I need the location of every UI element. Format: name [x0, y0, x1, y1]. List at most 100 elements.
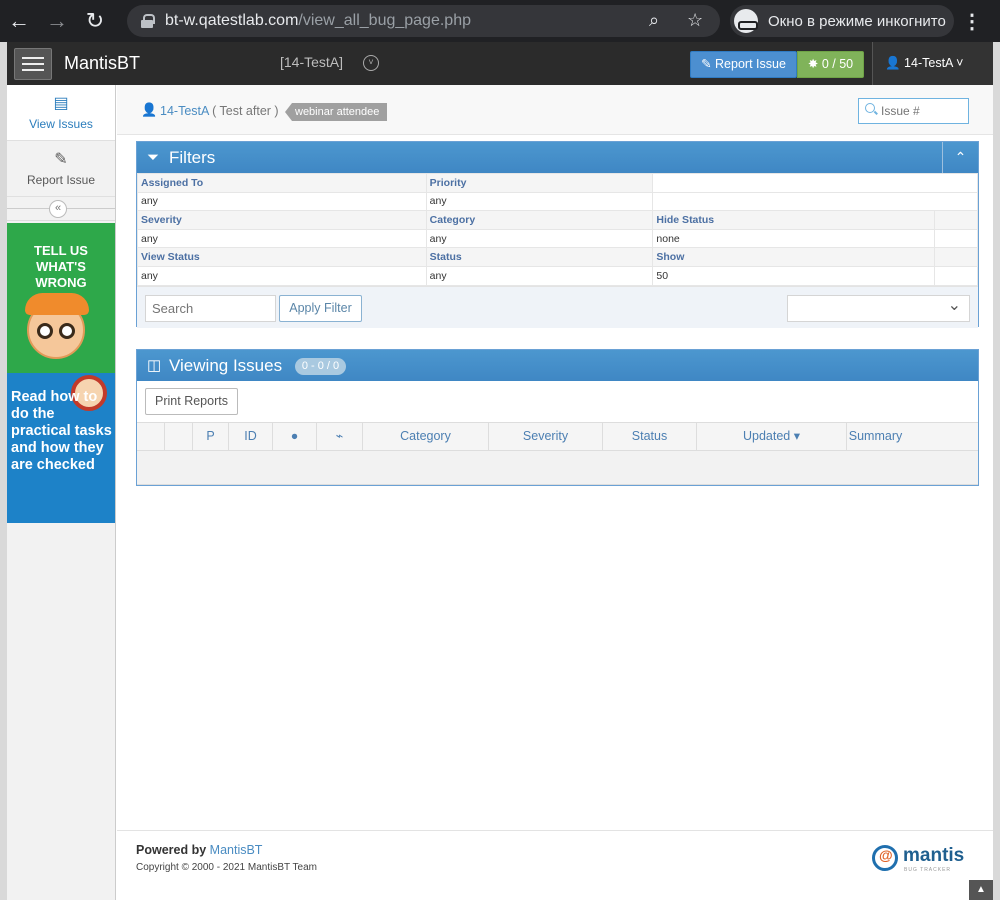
- filter-value: any: [137, 191, 427, 212]
- column-summary[interactable]: Summary: [847, 423, 904, 450]
- address-bar[interactable]: bt-w.qatestlab.com/view_all_bug_page.php…: [127, 5, 720, 37]
- print-reports-button[interactable]: Print Reports: [145, 388, 238, 415]
- report-issue-button[interactable]: ✎ Report Issue: [690, 51, 797, 78]
- issue-count-button[interactable]: ✸ 0 / 50: [797, 51, 864, 78]
- report-issue-label: Report Issue: [715, 57, 786, 71]
- column-category[interactable]: Category: [363, 423, 489, 450]
- incognito-label: Окно в режиме инкогнито: [768, 12, 946, 30]
- incognito-icon: [734, 9, 758, 33]
- list-icon: ▤: [53, 95, 69, 112]
- filter-label[interactable]: Show: [652, 247, 936, 267]
- sidebar-item-view-issues[interactable]: ▤ View Issues: [7, 85, 123, 141]
- column-priority[interactable]: P: [193, 423, 229, 450]
- funnel-icon: ⏷: [147, 149, 160, 166]
- issue-table-empty-row: [137, 451, 978, 485]
- chevron-down-icon[interactable]: ˅: [363, 55, 379, 71]
- bookmark-star-icon[interactable]: ☆: [687, 10, 703, 31]
- column-severity[interactable]: Severity: [489, 423, 603, 450]
- mantis-logo-icon: [872, 845, 898, 871]
- filter-label[interactable]: Status: [425, 247, 654, 267]
- viewing-issues-title: Viewing Issues: [169, 356, 283, 375]
- filter-value: any: [137, 228, 427, 249]
- issue-count-badge: 0 - 0 / 0: [294, 358, 347, 375]
- scroll-to-top-icon[interactable]: ▲: [969, 880, 993, 900]
- breadcrumb-realname: ( Test after ): [212, 104, 279, 118]
- role-badge: webinar attendee: [285, 103, 388, 121]
- browser-menu-icon[interactable]: ⋮: [962, 9, 982, 34]
- sidebar-collapse-toggle[interactable]: «: [7, 197, 115, 221]
- filter-label[interactable]: Hide Status: [652, 210, 936, 230]
- top-navbar: MantisBT [14-TestA] ˅ ✎ Report Issue ✸ 0…: [7, 42, 993, 85]
- reload-icon[interactable]: ↻: [76, 0, 114, 42]
- column-status[interactable]: Status: [603, 423, 697, 450]
- filter-spacer: [934, 228, 978, 249]
- select-all-column[interactable]: [137, 423, 165, 450]
- page-border-left: [0, 42, 7, 900]
- filter-value: [652, 191, 978, 212]
- filter-actions: Apply Filter: [137, 285, 978, 328]
- columns-icon: ◫: [147, 357, 162, 374]
- saved-filter-select[interactable]: [787, 294, 970, 322]
- filter-spacer: [934, 247, 978, 267]
- filters-title: Filters: [169, 148, 216, 167]
- user-menu[interactable]: 👤 14-TestA ˅: [872, 42, 993, 85]
- sidebar-item-label: Report Issue: [26, 173, 96, 187]
- filter-value: none: [652, 228, 936, 249]
- filter-label: [652, 173, 978, 193]
- powered-by-label: Powered by: [136, 843, 207, 857]
- filter-value: any: [425, 265, 654, 286]
- filter-value: any: [425, 191, 654, 212]
- filter-label[interactable]: Severity: [137, 210, 427, 230]
- zoom-icon[interactable]: ⌕: [649, 10, 659, 31]
- filter-value: 50: [652, 265, 936, 286]
- brand-title[interactable]: MantisBT: [64, 53, 140, 74]
- viewing-issues-panel: ◫ Viewing Issues 0 - 0 / 0 Print Reports…: [136, 349, 979, 486]
- filter-label[interactable]: Priority: [425, 173, 654, 193]
- apply-filter-button[interactable]: Apply Filter: [279, 294, 362, 322]
- filter-spacer: [934, 265, 978, 286]
- column-attachments[interactable]: ⌁: [317, 423, 363, 450]
- edit-column: [165, 423, 193, 450]
- user-menu-label: 14-TestA: [904, 56, 953, 70]
- column-notes[interactable]: ●: [273, 423, 317, 450]
- back-arrow-icon[interactable]: ←: [0, 0, 38, 42]
- search-icon: [865, 103, 875, 113]
- breadcrumb-username[interactable]: 14-TestA: [160, 104, 209, 118]
- filter-table: Assigned To Priority any any Severity Ca…: [137, 173, 978, 286]
- sidebar: ▤ View Issues ✎ Report Issue « TELL US W…: [7, 85, 123, 900]
- mantis-logo[interactable]: mantis BUG TRACKER: [872, 843, 967, 877]
- column-updated[interactable]: Updated ▾: [697, 423, 847, 450]
- filter-label[interactable]: Category: [425, 210, 654, 230]
- feedback-banner[interactable]: TELL US WHAT'S WRONG: [7, 223, 115, 373]
- filters-header[interactable]: ⏷ Filters ⌃: [137, 142, 978, 173]
- cartoon-face-icon: [25, 293, 89, 359]
- filter-search-input[interactable]: [145, 294, 276, 322]
- mantis-logo-tag: BUG TRACKER: [904, 867, 952, 873]
- comments-icon: ●: [290, 429, 299, 443]
- breadcrumb: 👤 14-TestA ( Test after ) webinar attend…: [117, 85, 993, 135]
- sidebar-item-report-issue[interactable]: ✎ Report Issue: [7, 141, 115, 197]
- project-selector[interactable]: [14-TestA]: [280, 54, 343, 70]
- filter-spacer: [934, 210, 978, 230]
- copyright: Copyright © 2000 - 2021 MantisBT Team: [136, 862, 317, 873]
- incognito-indicator[interactable]: Окно в режиме инкогнито: [730, 5, 954, 37]
- breadcrumb-user[interactable]: 14-TestA ( Test after ): [160, 104, 279, 118]
- edit-icon: ✎: [54, 151, 68, 168]
- mantisbt-link[interactable]: MantisBT: [210, 843, 263, 857]
- url-host: bt-w.qatestlab.com: [165, 12, 299, 29]
- lock-icon: [141, 14, 155, 28]
- issues-body: Print Reports P ID ● ⌁ Category Severity…: [137, 381, 978, 485]
- column-id[interactable]: ID: [229, 423, 273, 450]
- filter-label[interactable]: Assigned To: [137, 173, 427, 193]
- practical-tasks-banner[interactable]: Read how to do the practical tasks and h…: [7, 373, 115, 523]
- forward-arrow-icon[interactable]: →: [38, 0, 76, 42]
- sidebar-item-label: View Issues: [29, 117, 93, 131]
- mantis-logo-word: mantis: [903, 845, 965, 866]
- collapse-up-icon[interactable]: ⌃: [942, 142, 978, 173]
- issue-table-header: P ID ● ⌁ Category Severity Status Update…: [137, 422, 978, 451]
- filter-label[interactable]: View Status: [137, 247, 427, 267]
- hamburger-menu-icon[interactable]: [14, 47, 52, 80]
- filters-panel: ⏷ Filters ⌃ Assigned To Priority any any…: [136, 141, 979, 328]
- double-chevron-left-icon[interactable]: «: [49, 200, 67, 218]
- filter-value: any: [425, 228, 654, 249]
